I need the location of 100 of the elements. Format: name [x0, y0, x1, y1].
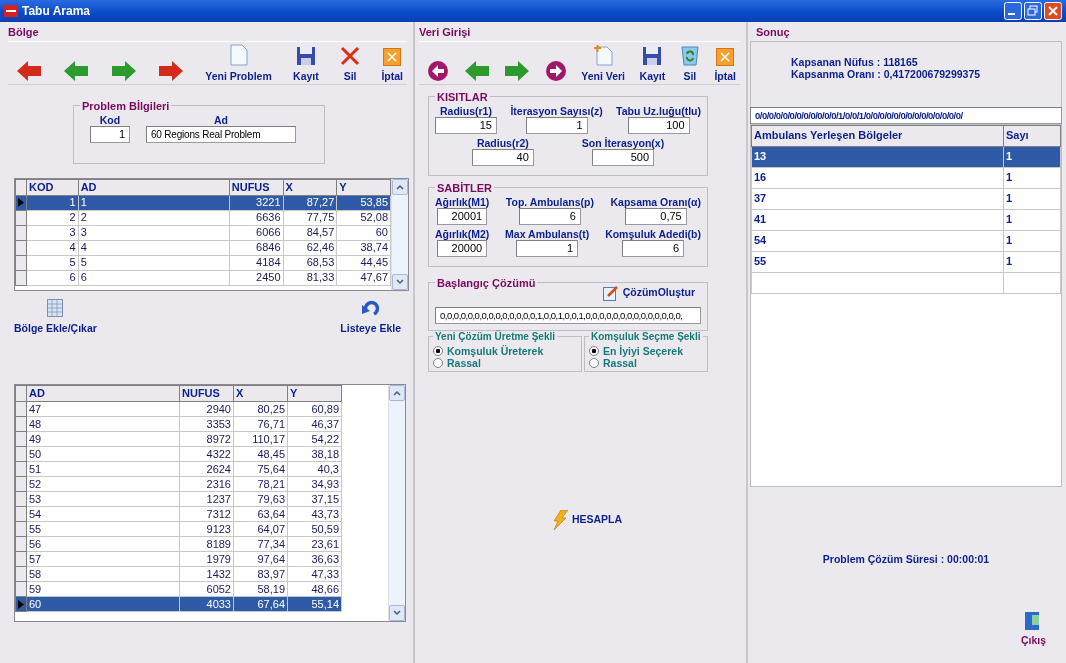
restore-button[interactable]	[1024, 2, 1042, 20]
nav-button[interactable]	[504, 59, 531, 82]
input-field[interactable]: 6	[622, 239, 685, 257]
row-selector[interactable]	[15, 240, 27, 255]
column-header[interactable]: Sayı	[1003, 125, 1061, 146]
row-selector[interactable]	[15, 596, 27, 612]
minimize-button[interactable]	[1004, 2, 1022, 20]
row-selector[interactable]	[15, 446, 27, 462]
nav-button[interactable]	[63, 59, 90, 82]
input-field[interactable]: 15	[435, 116, 497, 134]
input-field[interactable]: 0/0/0/0/0/0/0/0/0/0/0/0/1/0/0/1/0/0/0/0/0/0/0/0/0/0/0/0/0/0/	[750, 106, 1062, 124]
row-selector[interactable]	[15, 476, 27, 492]
nav-button[interactable]	[427, 59, 449, 82]
column-header[interactable]: KOD	[26, 179, 79, 195]
toolbar-button[interactable]: Yeni Problem	[205, 43, 272, 82]
input-field[interactable]: 100	[627, 116, 690, 134]
calculate-button[interactable]: HESAPLA	[551, 509, 623, 530]
column-header[interactable]: Ambulans Yerleşen Bölgeler	[751, 125, 1004, 146]
table-cell: 2450	[229, 270, 284, 285]
row-selector[interactable]	[15, 461, 27, 477]
row-pointer-icon	[18, 599, 24, 609]
radio-circle[interactable]	[433, 345, 443, 356]
toolbar-button[interactable]: İptal	[381, 47, 403, 82]
table-cell: 2940	[179, 401, 234, 417]
close-button[interactable]	[1044, 2, 1062, 20]
radio-button[interactable]: En İyiyi Seçerek	[589, 344, 703, 357]
input-field[interactable]: 0,0,0,0,0,0,0,0,0,0,0,0,0,0,1,0,0,1,0,0,1,0,0,0,0,0,0,0,0,0,0,0,0,0,0,	[435, 306, 701, 324]
input-field[interactable]: 60 Regions Real Problem	[146, 125, 296, 143]
row-selector[interactable]	[15, 416, 27, 432]
row-selector[interactable]	[15, 521, 27, 537]
column-header[interactable]: X	[233, 385, 288, 402]
nav-button[interactable]	[544, 59, 567, 82]
row-selector[interactable]	[15, 551, 27, 567]
table-cell: 50,59	[287, 521, 342, 537]
table-cell: 43,73	[287, 506, 342, 522]
input-field[interactable]: 1	[516, 239, 579, 257]
scrollbar[interactable]	[388, 385, 405, 622]
table-cell: 1	[1003, 209, 1061, 230]
row-selector[interactable]	[15, 536, 27, 552]
row-selector[interactable]	[15, 195, 27, 210]
column-header[interactable]: AD	[26, 385, 180, 402]
radio-circle[interactable]	[589, 345, 599, 356]
nav-button[interactable]	[157, 59, 184, 82]
column-header[interactable]: AD	[78, 179, 230, 195]
radio-button[interactable]: Rassal	[589, 356, 703, 369]
input-field[interactable]: 20001	[437, 207, 488, 225]
group-title: Problem Bİlgileri	[81, 99, 171, 112]
table-cell: 7312	[179, 506, 234, 522]
scroll-down-button[interactable]	[389, 605, 405, 622]
row-selector[interactable]	[15, 566, 27, 582]
scroll-up-button[interactable]	[392, 178, 408, 195]
input-field[interactable]: 6	[518, 207, 581, 225]
header-corner	[15, 179, 27, 195]
toolbar-button[interactable]: Kayıt	[639, 45, 666, 82]
row-selector[interactable]	[15, 506, 27, 522]
toolbar-button[interactable]: Kayıt	[293, 45, 319, 82]
nav-button[interactable]	[463, 59, 490, 82]
action-button[interactable]: Listeye Ekle	[340, 298, 401, 337]
column-header[interactable]: Y	[336, 179, 391, 195]
scroll-down-button[interactable]	[392, 273, 408, 290]
input-field[interactable]: 500	[592, 148, 654, 166]
column-header[interactable]: NUFUS	[179, 385, 234, 402]
toolbar-button[interactable]: Sil	[340, 45, 361, 82]
column-header[interactable]: NUFUS	[229, 179, 284, 195]
row-selector[interactable]	[15, 270, 27, 285]
input-field[interactable]: 20000	[437, 239, 488, 257]
table-cell: 13	[751, 146, 1004, 167]
input-field[interactable]: 1	[525, 116, 588, 134]
radio-button[interactable]: Komşuluk Üreterek	[433, 344, 577, 357]
row-selector[interactable]	[15, 255, 27, 270]
row-selector[interactable]	[15, 401, 27, 417]
toolbar-button[interactable]: Yeni Veri	[581, 43, 626, 82]
row-selector[interactable]	[15, 225, 27, 240]
table-cell: 41	[751, 209, 1004, 230]
scroll-up-button[interactable]	[389, 385, 405, 402]
input-field[interactable]: 1	[90, 125, 130, 143]
column-header[interactable]: Y	[287, 385, 342, 402]
input-field[interactable]: 40	[471, 148, 534, 166]
exit-button[interactable]: Çıkış	[1020, 610, 1046, 649]
radio-circle[interactable]	[589, 357, 599, 368]
nav-button[interactable]	[16, 59, 42, 82]
table-cell: 64,07	[233, 521, 288, 537]
table-cell: 84,57	[283, 225, 337, 240]
toolbar-button[interactable]: İptal	[714, 47, 736, 82]
row-selector[interactable]	[15, 431, 27, 447]
create-solution-button[interactable]: ÇözümOluştur	[602, 284, 695, 301]
table-cell: 2	[78, 210, 230, 225]
radio-button[interactable]: Rassal	[433, 356, 577, 369]
row-selector[interactable]	[15, 210, 27, 225]
row-selector[interactable]	[15, 581, 27, 597]
action-button[interactable]: Bölge Ekle/Çıkar	[14, 298, 97, 337]
radio-circle[interactable]	[433, 357, 443, 368]
toolbar-button[interactable]: Sil	[679, 43, 700, 82]
caret-up-icon	[396, 183, 404, 190]
nav-button[interactable]	[110, 59, 137, 82]
row-selector[interactable]	[15, 491, 27, 507]
scrollbar[interactable]	[391, 178, 408, 290]
column-header[interactable]: X	[283, 179, 337, 195]
table-cell: 6636	[229, 210, 284, 225]
input-field[interactable]: 0,75	[624, 207, 687, 225]
